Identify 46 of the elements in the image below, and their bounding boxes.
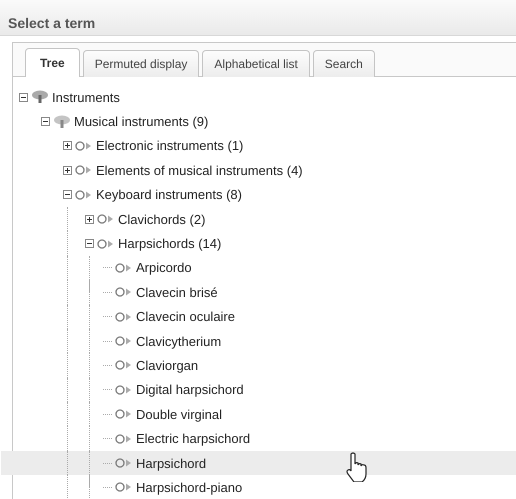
tree-item[interactable]: Keyboard instruments (8) <box>96 187 242 202</box>
circle-arrow-icon <box>97 214 115 224</box>
tree-item[interactable]: Harpsichords (14) <box>118 236 222 252</box>
tree-item[interactable]: Clavecin brisé <box>136 284 218 300</box>
expand-icon[interactable] <box>63 141 72 150</box>
mushroom-icon <box>31 90 49 104</box>
window-title: Select a term <box>8 15 96 31</box>
circle-arrow-icon <box>75 140 93 151</box>
circle-arrow-icon <box>115 384 133 395</box>
tree-item[interactable]: Musical instruments (9) <box>74 114 208 130</box>
tree-item[interactable]: Elements of musical instruments (4) <box>96 162 303 178</box>
circle-arrow-icon <box>115 458 133 468</box>
tab[interactable]: Permuted display <box>82 50 200 77</box>
collapse-icon[interactable] <box>63 190 72 200</box>
expand-icon[interactable] <box>63 166 72 175</box>
circle-arrow-icon <box>115 409 133 420</box>
circle-arrow-icon <box>115 482 133 492</box>
tree-item[interactable]: Harpsichord <box>136 456 206 471</box>
tree-item[interactable]: Digital harpsichord <box>136 382 244 398</box>
collapse-icon[interactable] <box>41 117 50 126</box>
tab[interactable]: Tree <box>25 48 80 77</box>
tree-item[interactable]: Arpicordo <box>136 260 192 276</box>
tree-item[interactable]: Double virginal <box>136 406 222 422</box>
circle-arrow-icon <box>115 336 133 346</box>
tree-item[interactable]: Clavicytherium <box>136 334 222 349</box>
circle-arrow-icon <box>115 287 133 298</box>
circle-arrow-icon <box>115 262 133 273</box>
circle-arrow-icon <box>97 238 115 249</box>
tree-item[interactable]: Electronic instruments (1) <box>96 138 244 154</box>
tab[interactable]: Search <box>312 50 375 77</box>
mushroom-icon <box>53 114 71 129</box>
tree-item[interactable]: Clavichords (2) <box>118 212 206 227</box>
tab[interactable]: Alphabetical list <box>202 50 310 77</box>
circle-arrow-icon <box>75 190 93 200</box>
circle-arrow-icon <box>115 312 133 322</box>
tree-item[interactable]: Harpsichord-piano <box>136 480 242 495</box>
circle-arrow-icon <box>75 165 93 176</box>
collapse-icon[interactable] <box>19 92 28 102</box>
tree-item[interactable]: Electric harpsichord <box>136 431 250 446</box>
circle-arrow-icon <box>115 360 133 370</box>
expand-icon[interactable] <box>85 214 94 224</box>
tree-item[interactable]: Claviorgan <box>136 358 198 373</box>
circle-arrow-icon <box>115 434 133 444</box>
tree-item[interactable]: Instruments <box>52 90 120 105</box>
collapse-icon[interactable] <box>85 239 94 248</box>
tree-item[interactable]: Clavecin oculaire <box>136 309 235 324</box>
